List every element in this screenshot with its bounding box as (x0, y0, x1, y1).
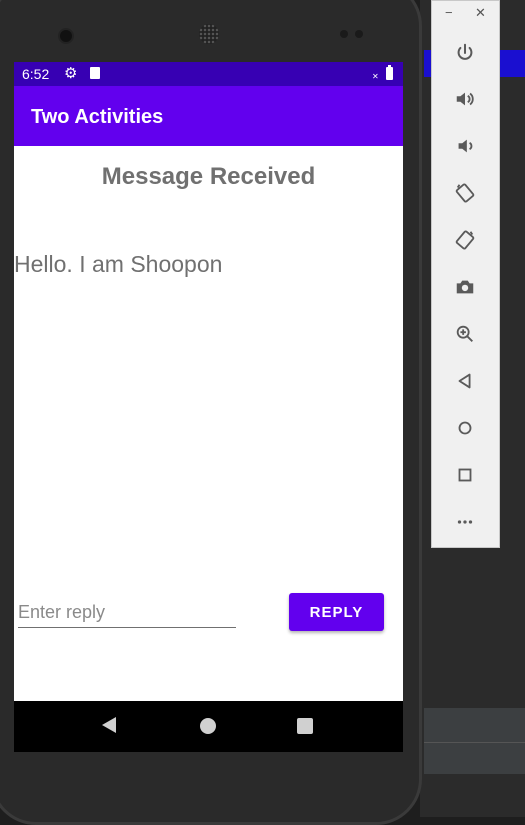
ide-divider (424, 742, 525, 743)
received-message: Hello. I am Shoopon (14, 251, 223, 277)
reply-button[interactable]: REPLY (289, 593, 384, 631)
power-icon[interactable] (451, 39, 479, 67)
app-bar: Two Activities (14, 86, 403, 146)
front-camera (60, 30, 72, 42)
overview-icon[interactable] (451, 461, 479, 489)
gear-icon: ⚙ (64, 65, 78, 82)
light-sensor (355, 30, 363, 38)
camera-icon[interactable] (451, 273, 479, 301)
proximity-sensor (340, 30, 348, 38)
message-header: Message Received (101, 163, 316, 190)
emulator-toolbar: − ✕ (431, 0, 500, 548)
more-icon[interactable] (451, 508, 479, 536)
navigation-bar (14, 701, 403, 752)
zoom-icon[interactable] (451, 320, 479, 348)
volume-down-icon[interactable] (451, 132, 479, 160)
rotate-right-icon[interactable] (451, 226, 479, 254)
back-icon[interactable] (102, 717, 116, 733)
recents-icon[interactable] (297, 718, 313, 734)
sd-card-icon (90, 67, 100, 79)
back-icon[interactable] (451, 367, 479, 395)
volume-up-icon[interactable] (451, 85, 479, 113)
ide-panel (424, 708, 525, 774)
status-time: 6:52 (22, 66, 50, 82)
battery-icon (386, 65, 393, 80)
reply-input[interactable] (18, 597, 236, 628)
device-screen: 6:52 ⚙ ✕ Two Activities Message Received… (14, 62, 403, 752)
rotate-left-icon[interactable] (451, 179, 479, 207)
app-title: Two Activities (31, 106, 164, 128)
close-icon[interactable]: ✕ (475, 5, 486, 21)
device-front: 6:52 ⚙ ✕ Two Activities Message Received… (0, 0, 422, 817)
status-bar: 6:52 ⚙ ✕ (14, 62, 403, 86)
home-icon[interactable] (451, 414, 479, 442)
no-signal-icon: ✕ (372, 72, 379, 81)
home-icon[interactable] (200, 718, 216, 734)
earpiece-speaker (199, 24, 219, 44)
minimize-icon[interactable]: − (445, 5, 453, 20)
